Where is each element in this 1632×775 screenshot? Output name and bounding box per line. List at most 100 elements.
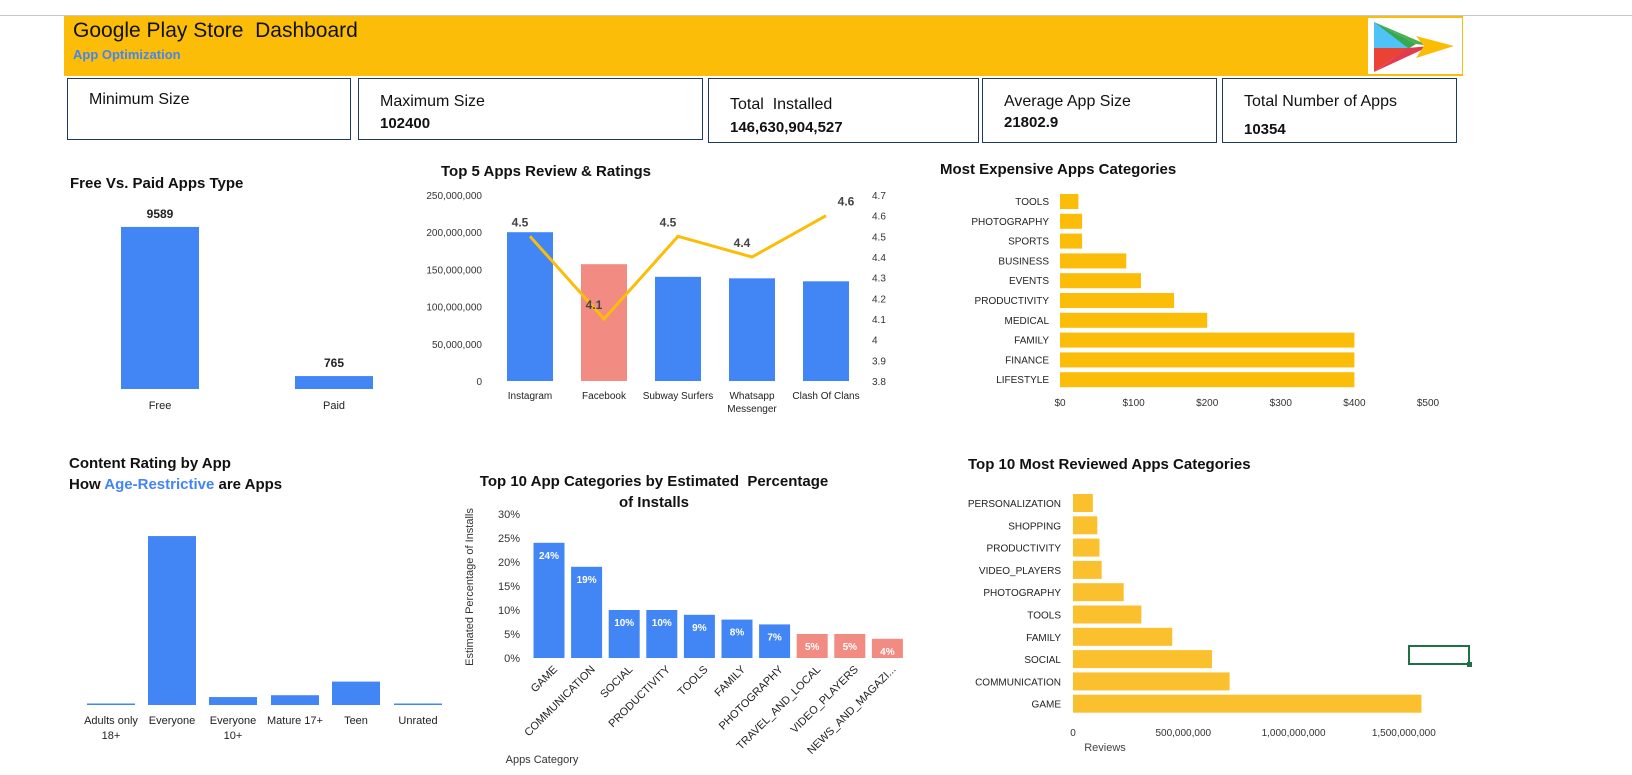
data-label: 4.1 [586,298,603,312]
content-rating-subtitle: How Age-Restrictive are Apps [69,476,282,493]
bar [271,695,319,705]
y-tick-label: LIFESTYLE [996,375,1049,386]
y2-tick-label: 4.5 [872,232,886,243]
x-tick-label: 0 [1070,728,1076,739]
y-tick-label: EVENTS [1009,276,1049,287]
kpi-label: Total Installed [730,96,833,113]
x-tick-label: TOOLS [676,664,711,699]
x-tick-label: 1,000,000,000 [1262,728,1326,739]
y-tick-label: 10% [498,605,520,617]
y2-tick-label: 3.9 [872,356,886,367]
y-tick-label: 30% [498,509,520,521]
data-label: 5% [805,642,820,653]
expensive-title: Most Expensive Apps Categories [940,161,1177,178]
bar [1060,253,1127,269]
y-tick-label: MEDICAL [1005,316,1050,327]
y-tick-label: 0 [476,377,482,388]
x-tick-label: VIDEO_PLAYERS [789,664,861,736]
content-rating-title: Content Rating by App [69,455,231,472]
expensive-chart: TOOLS PHOTOGRAPHY SPORTS BUSINESS EVENTS PROD… [971,194,1440,409]
x-tick-label: Teen [344,715,368,727]
y-tick-label: 150,000,000 [426,265,482,276]
x-tick-label: $100 [1122,398,1145,409]
y-tick-label: TOOLS [1027,611,1061,622]
y-tick-label: VIDEO_PLAYERS [979,566,1061,577]
y-tick-label: PRODUCTIVITY [975,296,1050,307]
y-tick-label: GAME [1032,700,1062,711]
x-tick-label: Instagram [508,391,552,402]
kpi-label: Total Number of Apps [1244,93,1397,110]
bar [721,619,753,658]
data-label: 9589 [147,207,174,221]
y-tick-label: 200,000,000 [426,228,482,239]
most-reviewed-chart: PERSONALIZATION SHOPPING PRODUCTIVITY VIDEO… [968,494,1436,754]
y-tick-label: FAMILY [1026,633,1061,644]
bar [1073,538,1100,557]
logo-box [1368,18,1462,74]
y-tick-label: TOOLS [1015,197,1049,208]
bar [803,281,849,381]
kpi-value: 21802.9 [1004,114,1059,131]
x-tick-label: 500,000,000 [1155,728,1211,739]
y2-tick-label: 4.6 [872,212,886,223]
bar [394,703,442,705]
bar [121,226,199,389]
data-label: 765 [324,356,344,370]
data-label: 10% [614,618,634,629]
x-tick-label: Unrated [398,715,437,727]
x-tick-label: Mature 17+ [267,715,323,727]
data-label: 9% [692,623,707,634]
bar [683,614,715,658]
y-tick-label: SPORTS [1008,237,1049,248]
free-paid-chart: 9589 Free 765 Paid [121,207,373,412]
bar [87,703,135,705]
x-tick-label: Paid [323,400,345,412]
bar [1060,213,1083,229]
bar [295,376,373,389]
kpi-average-app-size: Average App Size 21802.9 [982,78,1217,143]
y2-tick-label: 4.4 [872,253,886,264]
bar [1060,233,1083,249]
y-tick-label: BUSINESS [998,256,1049,267]
kpi-label: Maximum Size [380,93,485,110]
selected-cell[interactable] [1408,645,1472,667]
top5-chart: 0 50,000,000 100,000,000 150,000,000 200,000… [426,191,886,415]
bar [1073,583,1124,602]
x-tick-label: Everyone [149,715,195,727]
header-banner: Google Play Store Dashboard App Optimiza… [64,16,1463,76]
y-tick-label: COMMUNICATION [975,677,1061,688]
bar [332,681,380,705]
bar [1073,516,1098,535]
free-paid-title: Free Vs. Paid Apps Type [70,175,244,192]
bar [1073,494,1093,512]
y-tick-label: 250,000,000 [426,191,482,202]
x-tick-label: Facebook [582,391,627,402]
y-tick-label: 25% [498,533,520,545]
data-label: 4.4 [734,236,751,250]
subtitle-highlight: Age-Restrictive [104,476,215,493]
x-tick-label: $500 [1417,398,1440,409]
y2-tick-label: 4.3 [872,274,886,285]
data-label: 5% [843,642,858,653]
google-play-logo-icon [1374,22,1454,72]
y-axis-label: Estimated Percentage of Installs [464,508,476,666]
x-tick-label: $200 [1196,398,1219,409]
x-tick-label: FAMILY [713,663,749,699]
bar [1060,332,1355,348]
kpi-label: Minimum Size [89,91,190,108]
data-label: 10% [652,618,672,629]
bar [1073,672,1230,691]
x-tick-label: PHOTOGRAPHY [717,663,786,732]
most-reviewed-title: Top 10 Most Reviewed Apps Categories [968,456,1251,473]
data-label: 19% [577,575,597,586]
bar [729,278,775,381]
bar [1073,627,1173,646]
kpi-label: Average App Size [1004,93,1131,110]
y-tick-label: SOCIAL [1024,655,1061,666]
data-label: 4.5 [512,215,529,229]
y2-tick-label: 4.1 [872,315,886,326]
bar [1060,194,1079,209]
kpi-total-apps: Total Number of Apps 10354 [1222,78,1457,143]
y-tick-label: FAMILY [1014,336,1049,347]
kpi-value: 10354 [1244,121,1286,138]
